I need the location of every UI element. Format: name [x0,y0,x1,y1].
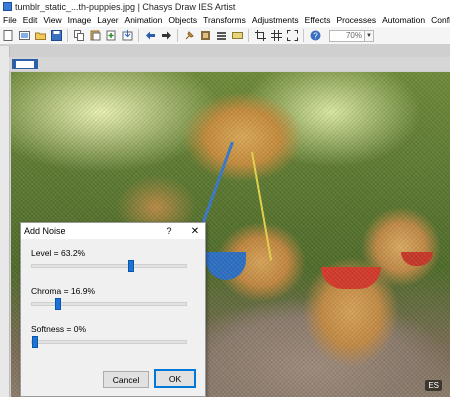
new-file-icon[interactable] [2,29,15,42]
menu-adjustments[interactable]: Adjustments [249,15,302,25]
dialog-title: Add Noise [24,226,66,236]
watermark-text: ES [428,381,439,390]
undo-icon[interactable] [144,29,157,42]
menu-bar: File Edit View Image Layer Animation Obj… [0,13,450,27]
vertical-ruler [0,46,10,397]
save-icon[interactable] [50,29,63,42]
softness-label: Softness = 0% [31,324,87,334]
import-icon[interactable] [121,29,134,42]
title-bar: tumblr_static_...th-puppies.jpg | Chasys… [0,0,450,13]
dialog-help-button[interactable]: ? [162,226,176,236]
zoom-dropdown-icon[interactable]: ▼ [365,29,374,42]
chroma-slider-thumb[interactable] [55,298,62,310]
crop-icon[interactable] [254,29,267,42]
watermark: ES [425,380,442,391]
cancel-button[interactable]: Cancel [103,371,149,388]
toolbar-separator [67,29,68,42]
fullscreen-icon[interactable] [286,29,299,42]
menu-file[interactable]: File [0,15,20,25]
document-tab-strip [9,57,450,71]
paste-new-icon[interactable] [105,29,118,42]
menu-layer[interactable]: Layer [94,15,121,25]
pin-icon[interactable] [183,29,196,42]
dialog-title-bar: Add Noise ? ✕ [21,223,205,239]
toolbar-separator [248,29,249,42]
softness-slider-thumb[interactable] [32,336,38,348]
level-label: Level = 63.2% [31,248,86,258]
menu-configure[interactable]: Configure [428,15,450,25]
level-slider[interactable] [31,260,187,272]
chroma-slider[interactable] [31,298,187,310]
stack-icon[interactable] [215,29,228,42]
paste-icon[interactable] [89,29,102,42]
open-icon[interactable] [34,29,47,42]
menu-objects[interactable]: Objects [165,15,200,25]
menu-processes[interactable]: Processes [333,15,379,25]
layers-icon[interactable] [199,29,212,42]
dialog-close-button[interactable]: ✕ [188,226,202,237]
toolbar-separator [303,29,304,42]
menu-effects[interactable]: Effects [302,15,334,25]
grid-icon[interactable] [270,29,283,42]
window-title: tumblr_static_...th-puppies.jpg | Chasys… [15,1,236,12]
zoom-input[interactable]: 70% [329,29,365,42]
menu-animation[interactable]: Animation [122,15,166,25]
document-tab[interactable] [12,59,38,69]
menu-view[interactable]: View [40,15,64,25]
svg-text:?: ? [313,32,318,41]
level-slider-thumb[interactable] [127,260,134,272]
document-thumbnail [16,60,34,68]
redo-icon[interactable] [160,29,173,42]
toolbar: ? 70% ▼ [0,27,450,45]
ok-button[interactable]: OK [154,369,196,388]
chroma-label: Chroma = 16.9% [31,286,96,296]
menu-edit[interactable]: Edit [20,15,41,25]
menu-automation[interactable]: Automation [379,15,428,25]
softness-slider[interactable] [31,336,187,348]
toolbar-separator [177,29,178,42]
menu-image[interactable]: Image [65,15,95,25]
menu-transforms[interactable]: Transforms [200,15,249,25]
help-icon[interactable]: ? [309,29,322,42]
add-noise-dialog: Add Noise ? ✕ Level = 63.2% Chroma = 16.… [20,222,206,397]
copy-icon[interactable] [73,29,86,42]
new-image-icon[interactable] [18,29,31,42]
app-icon [3,2,12,11]
toolbar-separator [138,29,139,42]
grid-toggle-icon[interactable] [231,29,244,42]
